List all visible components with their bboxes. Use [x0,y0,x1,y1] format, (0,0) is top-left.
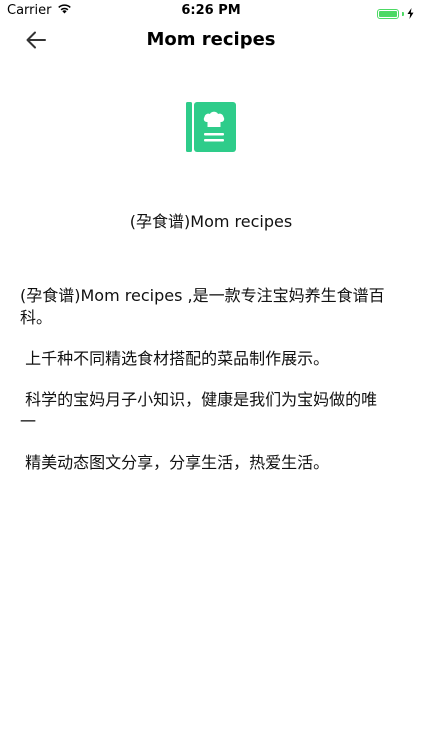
status-bar: Carrier 6:26 PM [0,0,422,22]
description-paragraph: (孕食谱)Mom recipes ,是一款专注宝妈养生食谱百科。 [20,286,385,327]
app-description: (孕食谱)Mom recipes ,是一款专注宝妈养生食谱百科。 上千种不同精选… [20,285,392,493]
description-paragraph: 精美动态图文分享，分享生活，热爱生活。 [20,453,330,472]
battery-icon [377,8,399,19]
page-title: Mom recipes [146,29,276,50]
battery-level-fill [379,10,397,17]
recipe-book-icon [186,102,236,152]
app-name: (孕食谱)Mom recipes [129,212,293,231]
charging-icon [407,4,414,23]
battery-tip [402,11,404,16]
description-paragraph: 科学的宝妈月子小知识，健康是我们为宝妈做的唯一 [20,390,378,431]
status-time: 6:26 PM [181,3,241,18]
navigation-bar: Mom recipes [0,22,422,62]
status-right [377,4,414,23]
description-paragraph: 上千种不同精选食材搭配的菜品制作展示。 [20,349,330,368]
